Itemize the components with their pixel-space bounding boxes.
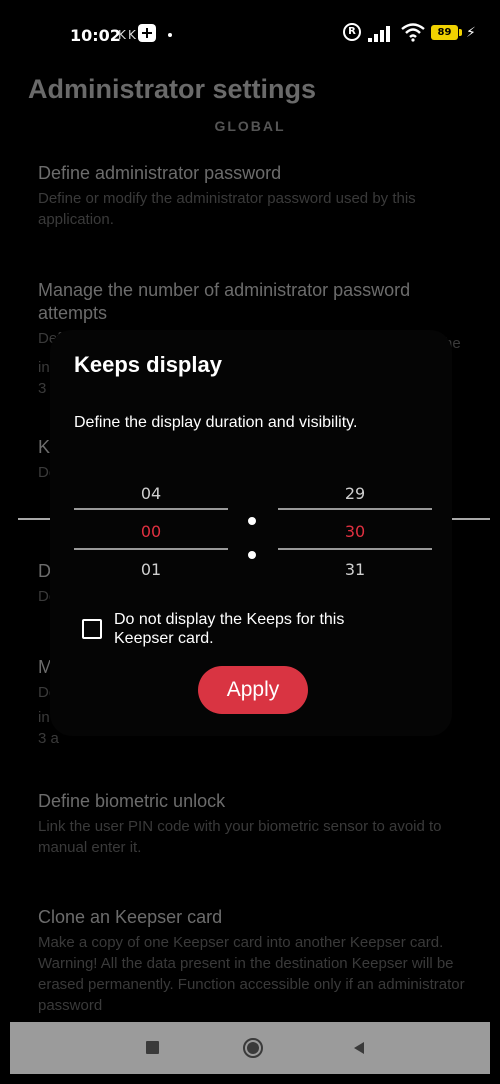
setting-description: Make a copy of one Keepser card into ano… — [38, 934, 465, 1014]
hide-keeps-checkbox-label[interactable]: Do not display the Keeps for this Keepse… — [114, 610, 404, 648]
setting-define-admin-password[interactable]: Define administrator password Define or … — [38, 162, 470, 230]
setting-description: Link the user PIN code with your biometr… — [38, 818, 442, 856]
dialog-title: Keeps display — [74, 352, 222, 377]
hide-keeps-checkbox[interactable] — [82, 619, 102, 639]
signal-icon — [368, 24, 396, 42]
app-icon — [138, 24, 156, 42]
navigation-bar — [10, 1022, 490, 1074]
setting-description-fragment: 3 — [38, 380, 47, 397]
setting-description-fragment: 3 a — [38, 730, 59, 747]
status-k-icon: K — [118, 28, 126, 42]
notification-dot-icon — [168, 33, 172, 37]
picker-line — [278, 548, 432, 550]
colon-dot — [248, 517, 256, 525]
setting-description: Define or modify the administrator passw… — [38, 190, 416, 228]
section-divider — [452, 518, 490, 520]
colon-dot — [248, 551, 256, 559]
status-bar: 10:02 K K R 89 ⚡ — [0, 0, 500, 68]
hours-above[interactable]: 04 — [74, 484, 228, 503]
recents-button[interactable] — [146, 1041, 159, 1054]
status-time: 10:02 — [70, 26, 121, 45]
apply-button[interactable]: Apply — [198, 666, 308, 714]
registered-icon: R — [343, 23, 361, 41]
status-k-icon-2: K — [128, 28, 136, 42]
hours-picker[interactable]: 04 00 01 — [74, 484, 228, 584]
dialog-text: Define the display duration and visibili… — [74, 414, 358, 431]
minutes-picker[interactable]: 29 30 31 — [278, 484, 432, 584]
minutes-selected[interactable]: 30 — [278, 522, 432, 541]
setting-description-fragment: in — [38, 709, 50, 726]
wifi-icon — [401, 23, 425, 42]
battery-icon: 89 — [431, 25, 462, 40]
setting-biometric-unlock[interactable]: Define biometric unlock Link the user PI… — [38, 790, 470, 858]
home-button[interactable] — [243, 1038, 263, 1058]
minutes-above[interactable]: 29 — [278, 484, 432, 503]
picker-line — [74, 508, 228, 510]
minutes-below[interactable]: 31 — [278, 560, 432, 579]
keeps-display-dialog: Keeps display Define the display duratio… — [50, 330, 452, 736]
setting-description-fragment: in — [38, 359, 50, 376]
hours-selected[interactable]: 00 — [74, 522, 228, 541]
setting-title: Clone an Keepser card — [38, 907, 223, 927]
setting-title: Define administrator password — [38, 163, 282, 183]
charging-bolt-icon: ⚡ — [466, 24, 476, 40]
section-header: GLOBAL — [214, 118, 286, 134]
setting-title: Define biometric unlock — [38, 791, 226, 811]
picker-line — [74, 548, 228, 550]
phone-screen: 10:02 K K R 89 ⚡ Administrator settings … — [0, 0, 500, 1084]
picker-line — [278, 508, 432, 510]
setting-clone-keepser-card[interactable]: Clone an Keepser card Make a copy of one… — [38, 906, 470, 1016]
back-button[interactable] — [354, 1042, 364, 1054]
page-title: Administrator settings — [28, 74, 317, 104]
hours-below[interactable]: 01 — [74, 560, 228, 579]
setting-title: Manage the number of administrator passw… — [38, 280, 411, 323]
